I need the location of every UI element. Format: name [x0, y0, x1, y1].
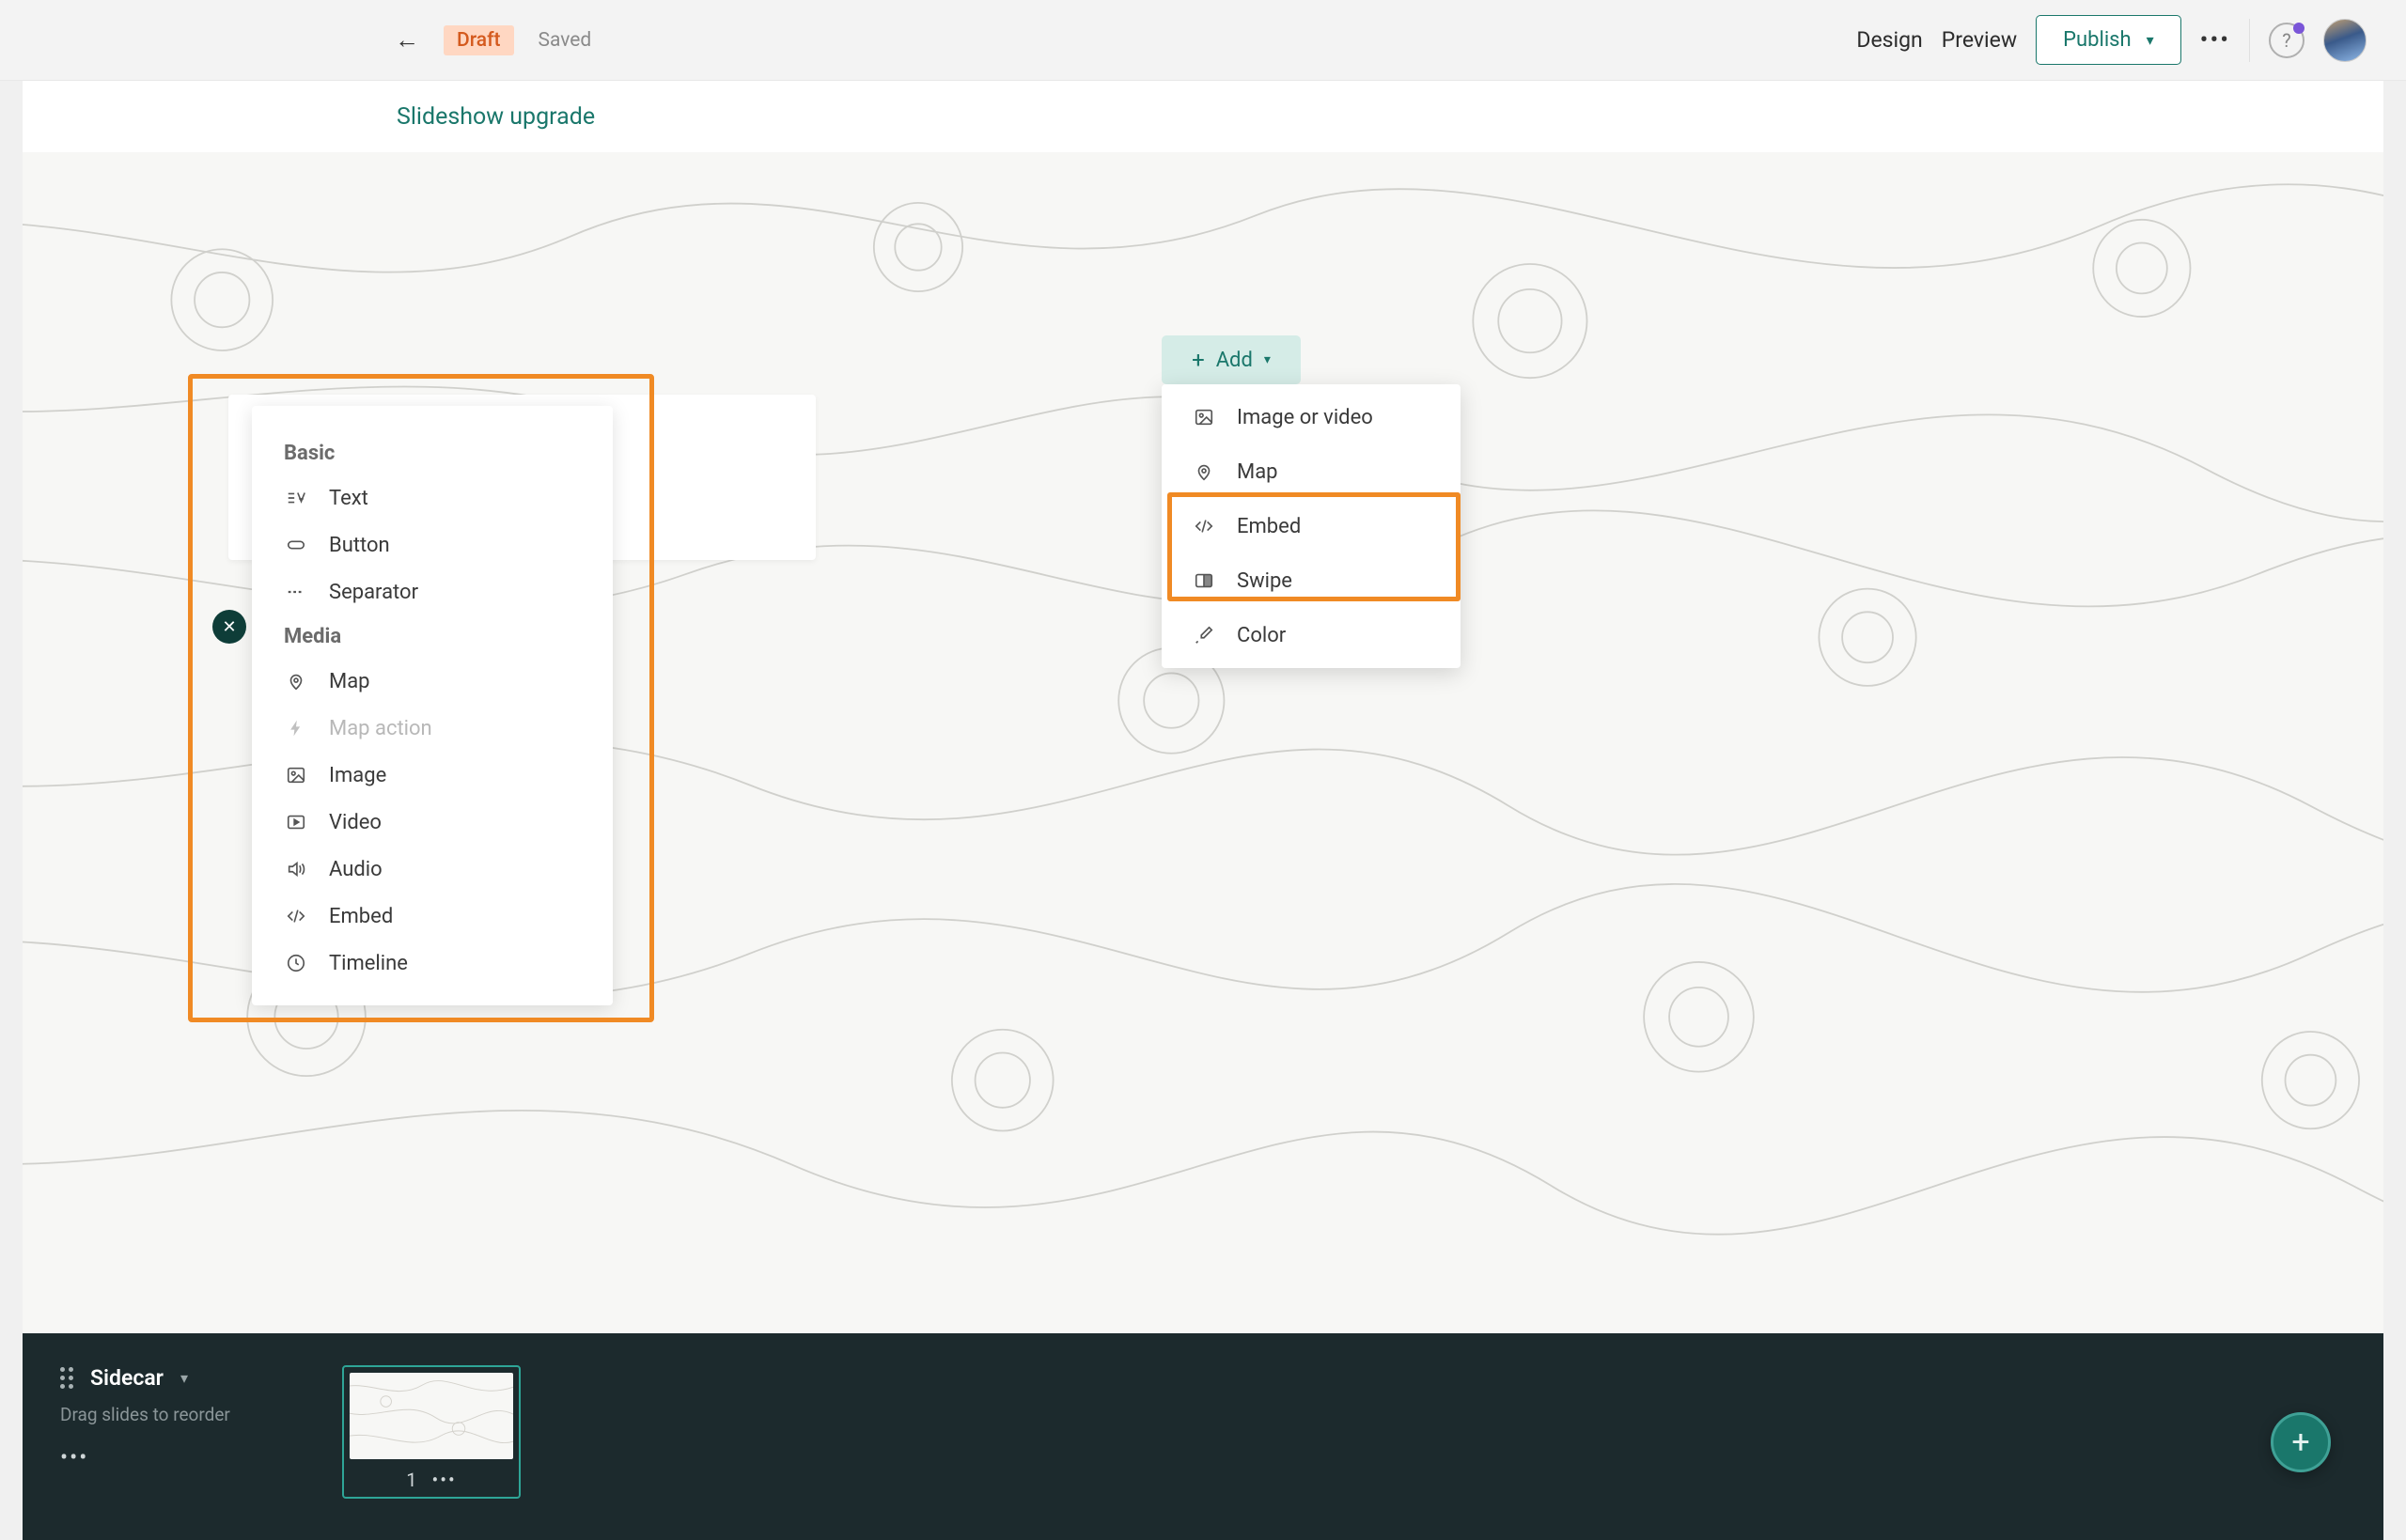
slide-thumbnail[interactable]: 1 ••• [342, 1365, 521, 1499]
more-options-icon[interactable]: ••• [2200, 26, 2230, 54]
block-item-label: Map [329, 670, 370, 693]
block-item-audio[interactable]: Audio [252, 846, 613, 893]
saved-status: Saved [539, 29, 592, 52]
add-item-swipe[interactable]: Swipe [1162, 553, 1461, 608]
map-pin-icon [1192, 459, 1216, 484]
block-item-embed[interactable]: Embed [252, 893, 613, 940]
block-item-map-action: Map action [252, 705, 613, 752]
block-item-label: Button [329, 534, 390, 557]
section-label-basic: Basic [252, 432, 613, 474]
block-item-label: Text [329, 487, 368, 510]
add-item-label: Swipe [1237, 569, 1292, 593]
map-pin-icon [284, 669, 308, 693]
audio-icon [284, 857, 308, 881]
button-icon [284, 533, 308, 557]
block-item-map[interactable]: Map [252, 658, 613, 705]
slide-number: 1 [406, 1469, 416, 1491]
add-slide-fab[interactable]: + [2271, 1412, 2331, 1472]
dock-more-icon[interactable]: ••• [60, 1444, 305, 1470]
block-item-image[interactable]: Image [252, 752, 613, 799]
chevron-down-icon: ▾ [1264, 352, 1271, 367]
embed-icon [1192, 514, 1216, 538]
chevron-down-icon: ▾ [2147, 31, 2154, 49]
slide-more-icon[interactable]: ••• [432, 1469, 457, 1491]
dock-controls: Sidecar ▾ Drag slides to reorder ••• [60, 1365, 305, 1470]
publish-button[interactable]: Publish ▾ [2036, 15, 2181, 65]
close-icon[interactable]: ✕ [212, 610, 246, 644]
add-item-label: Embed [1237, 515, 1301, 538]
title-strip: Slideshow upgrade [23, 81, 2383, 152]
block-item-separator[interactable]: Separator [252, 568, 613, 615]
eyedropper-icon [1192, 623, 1216, 647]
help-icon[interactable]: ? [2269, 23, 2304, 58]
swipe-icon [1192, 568, 1216, 593]
preview-link[interactable]: Preview [1942, 27, 2017, 53]
image-icon [1192, 405, 1216, 429]
text-icon [284, 486, 308, 510]
slide-preview [350, 1373, 513, 1459]
add-item-map[interactable]: Map [1162, 444, 1461, 499]
block-item-timeline[interactable]: Timeline [252, 940, 613, 987]
dock-title-row[interactable]: Sidecar ▾ [60, 1365, 305, 1391]
design-link[interactable]: Design [1856, 27, 1922, 53]
slide-number-row: 1 ••• [406, 1469, 457, 1491]
add-media-menu: Image or video Map Embed Swipe Color [1162, 384, 1461, 668]
block-item-video[interactable]: Video [252, 799, 613, 846]
block-item-label: Map action [329, 717, 432, 740]
lightning-icon [284, 716, 308, 740]
add-item-label: Color [1237, 624, 1286, 647]
draft-badge: Draft [444, 25, 514, 55]
image-icon [284, 763, 308, 787]
add-item-label: Map [1237, 460, 1278, 484]
embed-icon [284, 904, 308, 928]
section-label-media: Media [252, 615, 613, 658]
add-label: Add [1216, 349, 1253, 372]
block-item-label: Separator [329, 581, 418, 604]
block-item-label: Embed [329, 905, 393, 928]
block-item-label: Timeline [329, 952, 408, 975]
plus-icon: + [1192, 347, 1205, 373]
add-item-color[interactable]: Color [1162, 608, 1461, 662]
add-item-label: Image or video [1237, 406, 1373, 429]
block-picker-panel: Basic Text Button Separator Media Map [252, 406, 613, 1005]
video-icon [284, 810, 308, 834]
block-item-label: Video [329, 811, 382, 834]
block-item-button[interactable]: Button [252, 521, 613, 568]
dock-title: Sidecar [90, 1365, 164, 1391]
clock-icon [284, 951, 308, 975]
divider [2249, 19, 2250, 62]
block-item-label: Image [329, 764, 386, 787]
add-item-image-or-video[interactable]: Image or video [1162, 390, 1461, 444]
block-item-text[interactable]: Text [252, 474, 613, 521]
slide-dock: Sidecar ▾ Drag slides to reorder ••• 1 •… [23, 1333, 2383, 1540]
publish-label: Publish [2063, 28, 2132, 52]
top-bar: ← Draft Saved Design Preview Publish ▾ •… [0, 0, 2406, 81]
back-arrow-icon[interactable]: ← [395, 25, 419, 54]
topbar-left: ← Draft Saved [395, 0, 591, 80]
user-avatar[interactable] [2323, 19, 2367, 62]
add-media-button[interactable]: + Add ▾ [1162, 335, 1301, 384]
add-item-embed[interactable]: Embed [1162, 499, 1461, 553]
separator-icon [284, 580, 308, 604]
story-title[interactable]: Slideshow upgrade [397, 103, 595, 131]
dock-hint: Drag slides to reorder [60, 1404, 305, 1425]
story-canvas[interactable]: ✕ Basic Text Button Separator Media [23, 152, 2383, 1333]
drag-handle-icon[interactable] [60, 1367, 73, 1389]
chevron-down-icon[interactable]: ▾ [180, 1369, 188, 1387]
block-item-label: Audio [329, 858, 383, 881]
